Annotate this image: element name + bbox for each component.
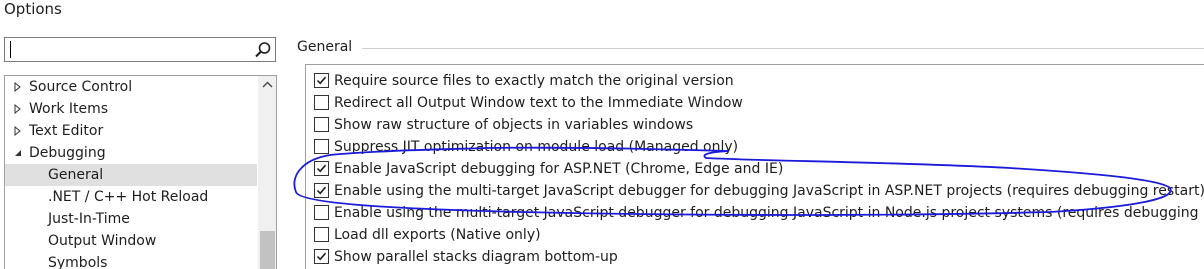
tree-item-label: Text Editor: [29, 123, 104, 139]
check-icon: [316, 76, 327, 85]
option-label: Enable using the multi-target JavaScript…: [334, 205, 1204, 221]
collapse-arrow-icon[interactable]: [13, 148, 23, 158]
tree-item-label: Work Items: [29, 101, 109, 117]
tree-item-label: Debugging: [29, 145, 106, 161]
option-label: Enable JavaScript debugging for ASP.NET …: [334, 161, 784, 177]
tree-item-text-editor[interactable]: Text Editor: [5, 120, 257, 142]
tree-item-net-c-hot-reload[interactable]: .NET / C++ Hot Reload: [5, 186, 257, 208]
check-icon: [316, 252, 327, 261]
check-icon: [316, 186, 327, 195]
tree-scrollbar[interactable]: [258, 76, 277, 269]
option-row[interactable]: Enable using the multi-target JavaScript…: [314, 202, 1204, 224]
tree-item-label: .NET / C++ Hot Reload: [48, 189, 209, 205]
options-list: Require source files to exactly match th…: [305, 64, 1204, 269]
option-row[interactable]: Enable using the multi-target JavaScript…: [314, 180, 1204, 202]
option-checkbox[interactable]: [314, 249, 329, 264]
tree-item-label: Just-In-Time: [48, 211, 130, 227]
options-tree: Symbols Output Window Just-In-Time .NET / C…: [4, 75, 277, 269]
tree-item-work-items[interactable]: Work Items: [5, 98, 257, 120]
tree-item-source-control[interactable]: Source Control: [5, 76, 257, 98]
option-checkbox[interactable]: [314, 139, 329, 154]
tree-item-label: Source Control: [29, 79, 133, 95]
option-label: Require source files to exactly match th…: [334, 73, 734, 89]
tree-item-label: Symbols: [48, 255, 108, 269]
option-row[interactable]: Show parallel stacks diagram bottom-up: [314, 246, 1204, 268]
expand-arrow-icon[interactable]: [13, 104, 23, 114]
expand-arrow-icon[interactable]: [13, 82, 23, 92]
check-icon: [316, 164, 327, 173]
section-divider: [362, 48, 1204, 49]
option-row[interactable]: Redirect all Output Window text to the I…: [314, 92, 1204, 114]
tree-item-symbols[interactable]: Symbols: [5, 252, 257, 269]
section-title: General: [297, 39, 353, 55]
option-label: Redirect all Output Window text to the I…: [334, 95, 743, 111]
text-caret: [10, 41, 11, 58]
option-checkbox[interactable]: [314, 183, 329, 198]
option-label: Suppress JIT optimization on module load…: [334, 139, 739, 155]
option-row[interactable]: Suppress JIT optimization on module load…: [314, 136, 1204, 158]
window-title: Options: [4, 0, 62, 18]
search-input[interactable]: [8, 40, 248, 59]
search-box[interactable]: [4, 37, 276, 62]
option-checkbox[interactable]: [314, 161, 329, 176]
option-checkbox[interactable]: [314, 117, 329, 132]
option-row[interactable]: Require source files to exactly match th…: [314, 70, 1204, 92]
option-label: Show parallel stacks diagram bottom-up: [334, 249, 618, 265]
tree-item-debugging[interactable]: Debugging: [5, 142, 257, 164]
option-checkbox[interactable]: [314, 227, 329, 242]
option-label: Load dll exports (Native only): [334, 227, 541, 243]
scroll-up-icon[interactable]: [258, 76, 277, 94]
tree-item-just-in-time[interactable]: Just-In-Time: [5, 208, 257, 230]
option-label: Enable using the multi-target JavaScript…: [334, 183, 1204, 199]
option-row[interactable]: Enable JavaScript debugging for ASP.NET …: [314, 158, 1204, 180]
tree-item-label: Output Window: [48, 233, 157, 249]
option-checkbox[interactable]: [314, 205, 329, 220]
option-row[interactable]: Show raw structure of objects in variabl…: [314, 114, 1204, 136]
option-checkbox[interactable]: [314, 95, 329, 110]
option-row[interactable]: Load dll exports (Native only): [314, 224, 1204, 246]
tree-item-label: General: [48, 167, 104, 183]
option-label: Show raw structure of objects in variabl…: [334, 117, 694, 133]
expand-arrow-icon[interactable]: [13, 126, 23, 136]
scroll-thumb[interactable]: [260, 231, 275, 269]
search-icon[interactable]: [253, 40, 273, 60]
tree-item-general[interactable]: General: [5, 164, 257, 186]
option-checkbox[interactable]: [314, 73, 329, 88]
tree-item-output-window[interactable]: Output Window: [5, 230, 257, 252]
